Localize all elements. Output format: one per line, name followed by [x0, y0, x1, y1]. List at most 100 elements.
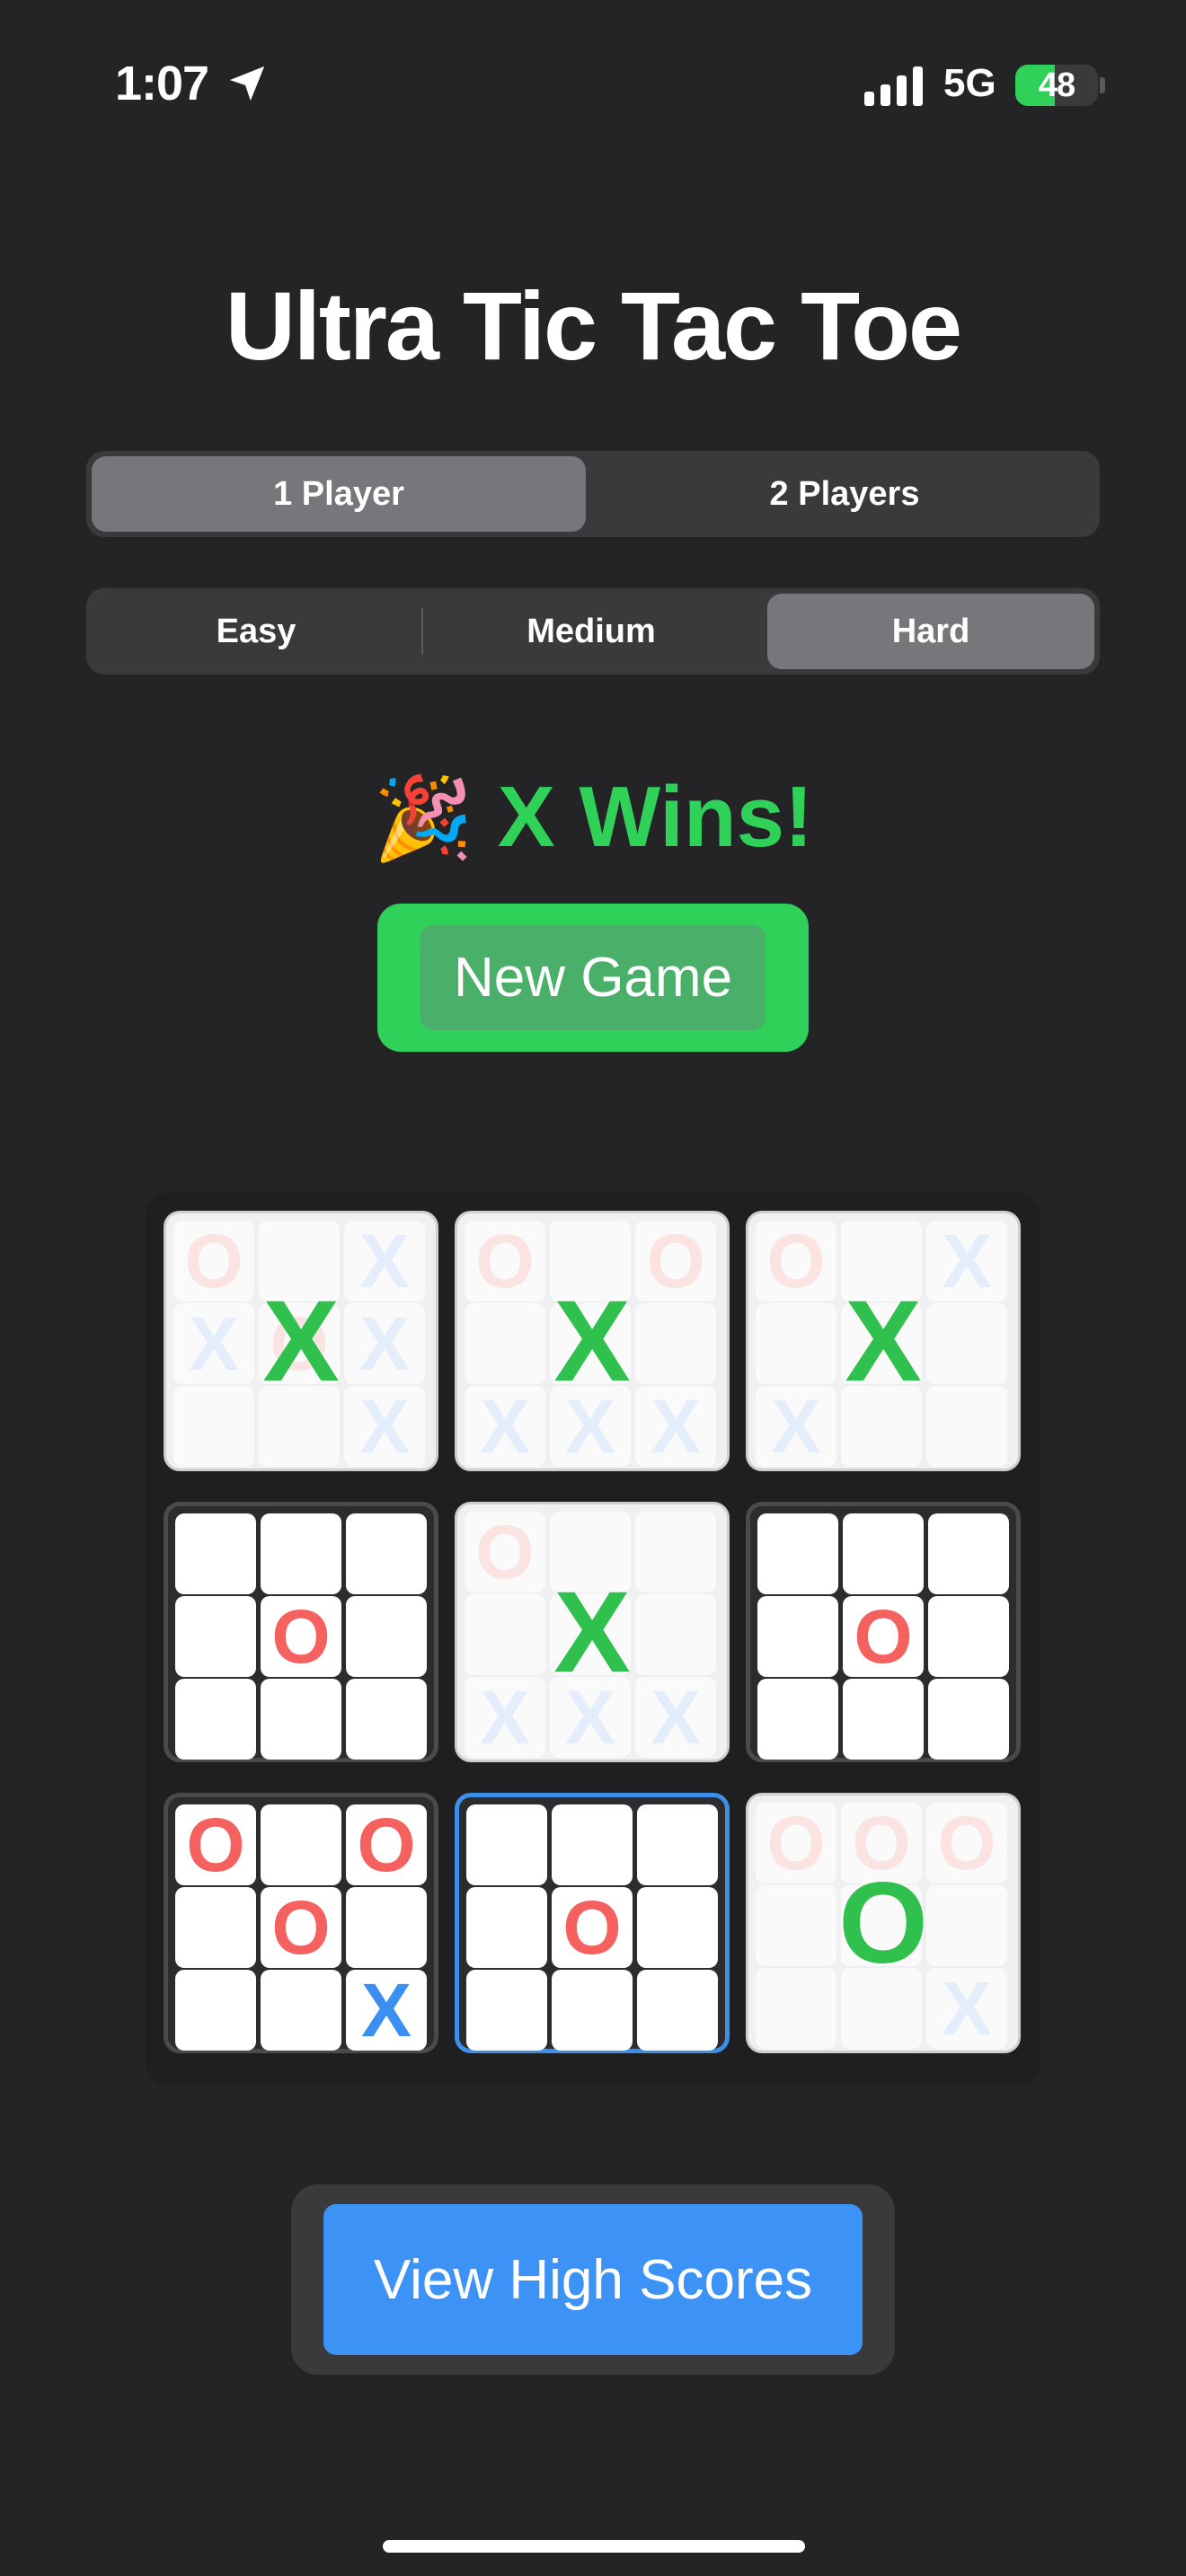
x-mark: X [360, 1968, 412, 2052]
x-mark: X [941, 1219, 993, 1303]
o-mark: O [766, 1219, 826, 1303]
o-mark: O [937, 1801, 996, 1885]
board-cell[interactable] [346, 1887, 427, 1968]
board-cell[interactable] [175, 1596, 256, 1677]
board-cell: O [926, 1803, 1007, 1883]
difficulty-segmented-control: Easy Medium Hard [86, 588, 1100, 675]
difficulty-option-medium[interactable]: Medium [424, 594, 758, 669]
board-cell[interactable] [637, 1804, 718, 1885]
board-cell: O [175, 1804, 256, 1885]
board-cell[interactable] [466, 1804, 547, 1885]
o-mark: O [271, 1594, 331, 1679]
board-cell[interactable] [466, 1970, 547, 2051]
sub-board-4[interactable]: O [164, 1502, 438, 1762]
x-mark: X [650, 1384, 702, 1469]
board-cell[interactable] [175, 1887, 256, 1968]
board-cell[interactable] [175, 1970, 256, 2051]
board-cell[interactable] [928, 1679, 1009, 1760]
board-cell[interactable] [843, 1513, 924, 1594]
board-cell[interactable] [757, 1596, 838, 1677]
board-cell [926, 1885, 1007, 1966]
board-cell[interactable] [928, 1596, 1009, 1677]
board-cell[interactable] [261, 1513, 341, 1594]
o-mark: O [186, 1803, 245, 1887]
o-mark: O [854, 1594, 913, 1679]
board-cell[interactable] [346, 1679, 427, 1760]
board-cell[interactable] [175, 1513, 256, 1594]
difficulty-option-hard[interactable]: Hard [767, 594, 1094, 669]
sub-board-7[interactable]: OOOX [164, 1793, 438, 2053]
result-banner: 🎉 X Wins! [0, 768, 1186, 867]
board-cell [173, 1386, 254, 1467]
board-cell: X [346, 1970, 427, 2051]
board-cell[interactable] [175, 1679, 256, 1760]
board-cell: X [926, 1221, 1007, 1301]
board-cell: O [552, 1887, 633, 1968]
battery-icon: 48 [1015, 65, 1098, 106]
location-arrow-icon [229, 66, 265, 101]
board-cell: X [635, 1386, 716, 1467]
o-mark: O [475, 1219, 535, 1303]
sub-board-6[interactable]: O [746, 1502, 1021, 1762]
board-cell: O [261, 1596, 341, 1677]
board-cell: X [550, 1386, 631, 1467]
board-cell: O [756, 1221, 836, 1301]
board-cell[interactable] [261, 1804, 341, 1885]
board-cell: O [465, 1221, 545, 1301]
board-cell[interactable] [346, 1513, 427, 1594]
home-indicator[interactable] [383, 2540, 805, 2553]
board-cell: X [344, 1386, 425, 1467]
board-cell: X [926, 1968, 1007, 2049]
board-cell[interactable] [466, 1887, 547, 1968]
board-cell[interactable] [843, 1679, 924, 1760]
mode-option-2-players[interactable]: 2 Players [595, 456, 1094, 532]
board-cell [841, 1303, 922, 1384]
segment-divider [421, 608, 423, 655]
board-cell[interactable] [261, 1679, 341, 1760]
new-game-button[interactable]: New Game [420, 925, 766, 1030]
o-mark: O [357, 1803, 416, 1887]
x-mark: X [479, 1384, 531, 1469]
board-cell: O [843, 1596, 924, 1677]
board-cell [635, 1512, 716, 1592]
board-cell [841, 1885, 922, 1966]
o-mark: O [646, 1219, 705, 1303]
sub-board-1: OXXOXXX [164, 1211, 438, 1471]
board-cell: X [344, 1221, 425, 1301]
board-cell[interactable] [637, 1887, 718, 1968]
board-cell[interactable] [757, 1679, 838, 1760]
board-cell [635, 1594, 716, 1675]
board-cell[interactable] [261, 1970, 341, 2051]
o-mark: O [475, 1510, 535, 1594]
board-cell [756, 1968, 836, 2049]
sub-board-9: OOOXO [746, 1793, 1021, 2053]
x-mark: X [770, 1384, 822, 1469]
board-cell: X [344, 1303, 425, 1384]
o-mark: O [271, 1885, 331, 1970]
board-cell[interactable] [346, 1596, 427, 1677]
board-cell: O [465, 1512, 545, 1592]
board-cell[interactable] [928, 1513, 1009, 1594]
difficulty-option-easy[interactable]: Easy [92, 594, 420, 669]
status-bar: 1:07 5G 48 [0, 0, 1186, 171]
board-cell[interactable] [552, 1804, 633, 1885]
board-cell: X [756, 1386, 836, 1467]
board-cell [550, 1303, 631, 1384]
x-mark: X [941, 1966, 993, 2051]
new-game-button-frame: New Game [377, 904, 809, 1052]
board-cell [841, 1386, 922, 1467]
board-cell[interactable] [637, 1970, 718, 2051]
board-cell [756, 1303, 836, 1384]
board-cell[interactable] [757, 1513, 838, 1594]
x-mark: X [564, 1384, 616, 1469]
board-cell[interactable] [552, 1970, 633, 2051]
cellular-signal-icon [864, 66, 923, 106]
board-cell: X [465, 1677, 545, 1758]
mode-option-1-player[interactable]: 1 Player [92, 456, 586, 532]
sub-board-8[interactable]: O [455, 1793, 730, 2053]
game-board: OXXOXXXOOXXXXOXXXOOXXXXOOOOXOOOOXO [146, 1193, 1040, 2086]
o-mark: O [562, 1885, 622, 1970]
view-high-scores-button[interactable]: View High Scores [323, 2204, 863, 2355]
result-text: X Wins! [497, 769, 813, 865]
board-cell [465, 1303, 545, 1384]
